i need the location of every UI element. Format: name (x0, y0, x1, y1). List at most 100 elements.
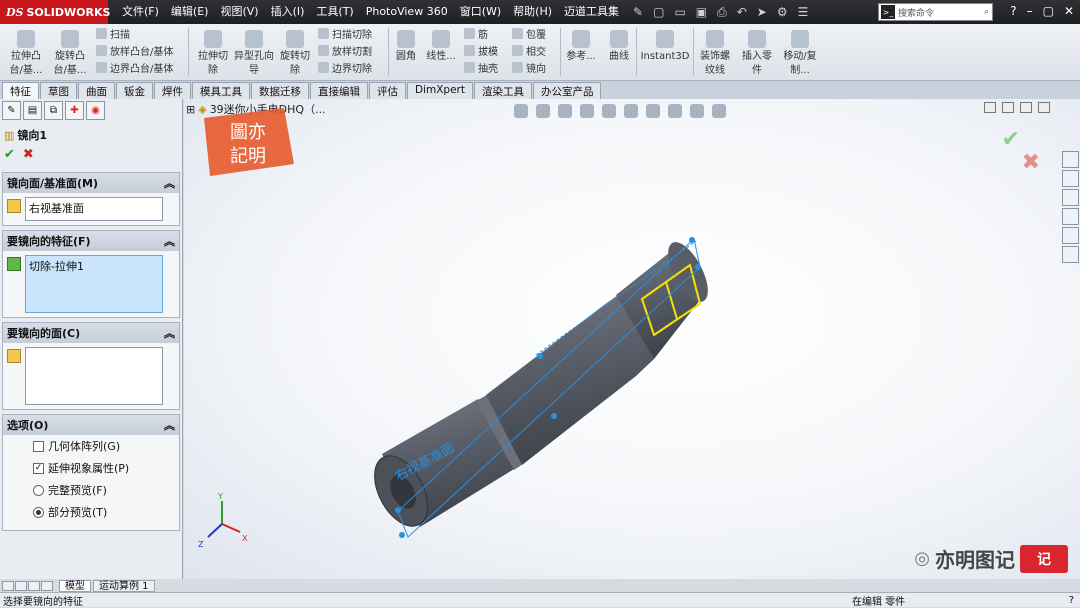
plane-handle[interactable] (537, 353, 543, 359)
menu-maidao-tools[interactable]: 迈道工具集 (558, 0, 625, 24)
plane-handle[interactable] (395, 507, 401, 513)
print-icon[interactable]: ⎙ (717, 5, 727, 20)
search-icon[interactable]: ⌕ (984, 7, 989, 17)
next-tab-icon[interactable] (28, 580, 40, 591)
full-preview-option[interactable]: 完整预览(F) (3, 479, 179, 501)
rebuild-icon[interactable]: ⚙ (777, 5, 788, 19)
hole-wizard-button[interactable]: 异型孔向导 (234, 30, 274, 78)
collapse-icon[interactable]: ︽ (164, 175, 175, 191)
menu-window[interactable]: 窗口(W) (454, 0, 507, 24)
move-copy-button[interactable]: 移动/复制... (780, 30, 820, 78)
new-file-icon[interactable]: ▢ (653, 5, 664, 19)
tab-motion-study[interactable]: 运动算例 1 (93, 579, 155, 592)
menu-view[interactable]: 视图(V) (214, 0, 264, 24)
features-to-mirror-list[interactable]: 切除-拉伸1 (25, 255, 163, 313)
linear-pattern-button[interactable]: 线性... (424, 30, 458, 64)
sweep-button[interactable]: 扫描 (96, 26, 130, 41)
display-manager-icon[interactable]: ◉ (86, 101, 105, 120)
revolve-boss-button[interactable]: 旋转凸台/基... (50, 30, 90, 78)
tab-weldments[interactable]: 焊件 (154, 82, 191, 99)
restore-icon[interactable]: ▢ (1043, 4, 1054, 18)
menu-edit[interactable]: 编辑(E) (165, 0, 215, 24)
save-icon[interactable]: ▣ (696, 5, 707, 19)
tab-model[interactable]: 模型 (59, 579, 91, 592)
draft-button[interactable]: 拔模 (464, 43, 498, 58)
feature-manager-icon[interactable]: ✎ (2, 101, 21, 120)
menu-photoview[interactable]: PhotoView 360 (360, 0, 454, 24)
partial-preview-option[interactable]: 部分预览(T) (3, 501, 179, 530)
options-header[interactable]: 选项(O) ︽ (3, 415, 179, 435)
open-file-icon[interactable]: ▭ (674, 5, 685, 19)
last-tab-icon[interactable] (41, 580, 53, 591)
first-tab-icon[interactable] (2, 580, 14, 591)
mirror-plane-header[interactable]: 镜向面/基准面(M) ︽ (3, 173, 179, 193)
help-icon[interactable]: ? (1010, 4, 1016, 18)
tab-office-products[interactable]: 办公室产品 (532, 82, 602, 99)
partial-preview-radio[interactable] (33, 506, 44, 518)
pin-icon[interactable]: ✎ (633, 5, 643, 19)
ok-icon[interactable]: ✔ (4, 147, 15, 162)
mirror-plane-field[interactable]: 右视基准面 (25, 197, 163, 221)
tab-render-tools[interactable]: 渲染工具 (473, 82, 532, 99)
configuration-manager-icon[interactable]: ⧉ (44, 101, 63, 120)
shell-button[interactable]: 抽壳 (464, 60, 498, 75)
extrude-cut-button[interactable]: 拉伸切除 (194, 30, 232, 78)
tab-sketch[interactable]: 草图 (40, 82, 77, 99)
tab-dimxpert[interactable]: DimXpert (407, 82, 473, 99)
full-preview-radio[interactable] (33, 484, 44, 496)
plane-handle[interactable] (551, 413, 557, 419)
flashlight-model[interactable]: 右视基准面 Y X Z (184, 99, 1080, 579)
property-manager-icon[interactable]: ▤ (23, 101, 42, 120)
previous-tab-icon[interactable] (15, 580, 27, 591)
geometry-pattern-checkbox[interactable] (33, 440, 44, 452)
menu-file[interactable]: 文件(F) (116, 0, 165, 24)
collapse-icon[interactable]: ︽ (164, 417, 175, 433)
mirror-button[interactable]: 镜向 (512, 60, 546, 75)
tab-evaluate[interactable]: 评估 (369, 82, 406, 99)
tab-mold-tools[interactable]: 模具工具 (192, 82, 250, 99)
dimxpert-manager-icon[interactable]: ✚ (65, 101, 84, 120)
plane-handle[interactable] (399, 532, 405, 538)
propagate-visual-option[interactable]: ✓ 延伸视象属性(P) (3, 457, 179, 479)
fillet-button[interactable]: 圆角 (392, 30, 420, 64)
extrude-boss-button[interactable]: 拉伸凸台/基... (6, 30, 46, 78)
rib-button[interactable]: 筋 (464, 26, 488, 41)
select-icon[interactable]: ➤ (757, 5, 767, 19)
collapse-icon[interactable]: ︽ (164, 325, 175, 341)
boundary-boss-button[interactable]: 边界凸台/基体 (96, 60, 173, 75)
loft-boss-button[interactable]: 放样凸台/基体 (96, 43, 173, 58)
boundary-cut-button[interactable]: 边界切除 (318, 60, 372, 75)
insert-part-button[interactable]: 插入零件 (738, 30, 776, 78)
menu-help[interactable]: 帮助(H) (507, 0, 558, 24)
solidworks-logo[interactable]: DS SOLIDWORKS (0, 0, 110, 24)
geometry-pattern-option[interactable]: 几何体阵列(G) (3, 435, 179, 457)
undo-icon[interactable]: ↶ (737, 5, 747, 19)
minimize-icon[interactable]: – (1027, 4, 1033, 18)
graphics-area[interactable]: ⊞ ◈ 39迷你小手电DHQ（... 圖亦 記明 ✔ ✖ 右视基准面 Y X Z… (184, 99, 1080, 579)
reference-geometry-button[interactable]: 参考... (564, 30, 598, 64)
intersect-button[interactable]: 相交 (512, 43, 546, 58)
search-input[interactable]: 搜索命令 (898, 6, 934, 19)
lofted-cut-button[interactable]: 放样切割 (318, 43, 372, 58)
tab-sheet-metal[interactable]: 钣金 (116, 82, 153, 99)
features-to-mirror-header[interactable]: 要镜向的特征(F) ︽ (3, 231, 179, 251)
tab-data-migration[interactable]: 数据迁移 (251, 82, 309, 99)
swept-cut-button[interactable]: 扫描切除 (318, 26, 372, 41)
plane-handle[interactable] (689, 237, 695, 243)
help-status-icon[interactable]: ? (1069, 595, 1074, 606)
plane-handle[interactable] (695, 264, 701, 270)
propagate-visual-checkbox[interactable]: ✓ (33, 462, 44, 474)
menu-tools[interactable]: 工具(T) (310, 0, 359, 24)
options-icon[interactable]: ☰ (798, 5, 809, 19)
collapse-icon[interactable]: ︽ (164, 233, 175, 249)
revolve-cut-button[interactable]: 旋转切除 (276, 30, 314, 78)
cancel-icon[interactable]: ✖ (23, 147, 34, 162)
instant3d-button[interactable]: Instant3D (639, 30, 691, 64)
tab-direct-editing[interactable]: 直接编辑 (310, 82, 368, 99)
close-icon[interactable]: ✕ (1064, 4, 1074, 18)
cosmetic-thread-button[interactable]: 装饰螺纹线 (697, 30, 733, 78)
faces-to-mirror-list[interactable] (25, 347, 163, 405)
curves-button[interactable]: 曲线 (604, 30, 634, 64)
search-box[interactable]: >_ 搜索命令 ⌕ (878, 3, 993, 21)
menu-insert[interactable]: 插入(I) (265, 0, 311, 24)
